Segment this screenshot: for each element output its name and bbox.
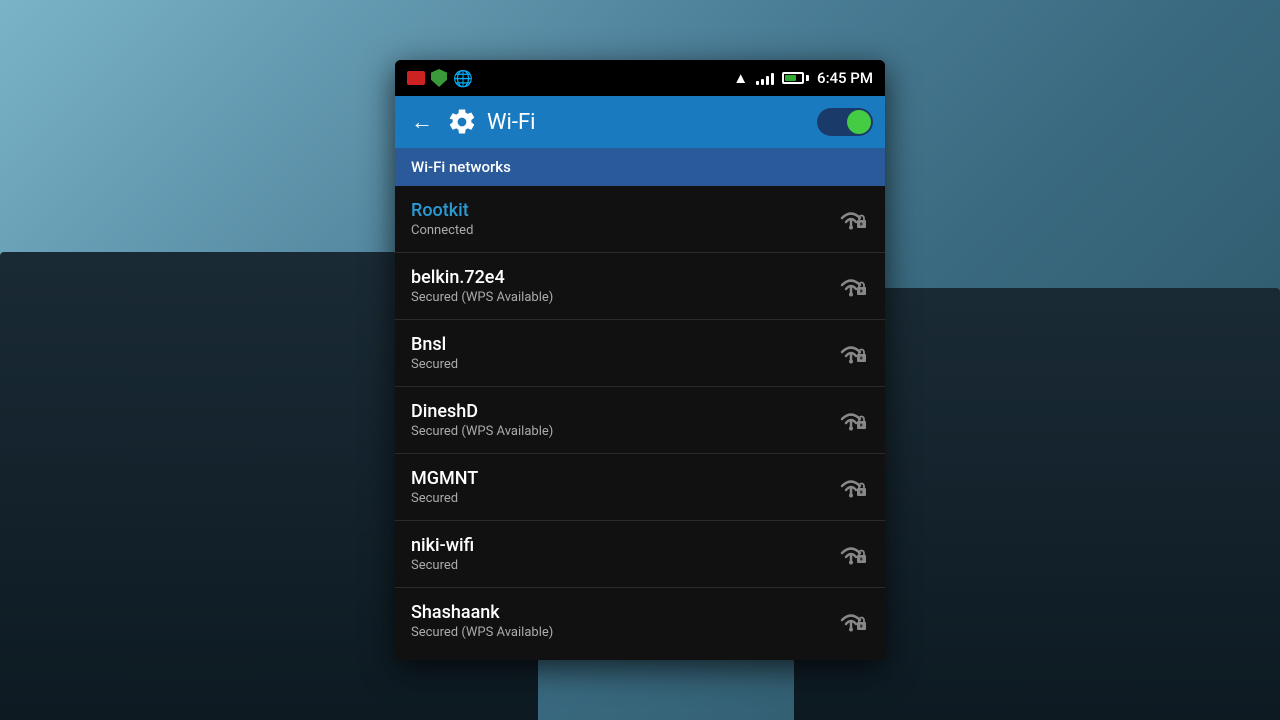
wifi-status-icon: ▲ (733, 69, 748, 87)
network-list: Rootkit Connected belkin.72e4 Secured (WPS… (395, 186, 885, 660)
network-info-belkin: belkin.72e4 Secured (WPS Available) (411, 267, 833, 305)
wifi-signal-icon (833, 405, 869, 435)
phone-screen: 🌐 ▲ 6:45 PM ← Wi-F (395, 60, 885, 660)
wifi-lock-icon-mgmnt (833, 472, 869, 502)
wifi-signal-icon (833, 204, 869, 234)
status-right-icons: ▲ 6:45 PM (733, 69, 873, 87)
network-info-mgmnt: MGMNT Secured (411, 468, 833, 506)
wifi-signal-icon (833, 271, 869, 301)
network-item-mgmnt[interactable]: MGMNT Secured (395, 454, 885, 521)
network-status-dineshd: Secured (WPS Available) (411, 424, 833, 439)
section-header: Wi-Fi networks (395, 148, 885, 186)
wifi-toggle-switch[interactable] (817, 108, 873, 136)
network-info-shashaank: Shashaank Secured (WPS Available) (411, 602, 833, 640)
network-item-belkin[interactable]: belkin.72e4 Secured (WPS Available) (395, 253, 885, 320)
settings-gear-icon (447, 107, 477, 137)
network-status-bnsl: Secured (411, 357, 833, 372)
network-status-niki-wifi: Secured (411, 558, 833, 573)
wifi-toggle-knob (847, 110, 871, 134)
notification-icon-red (407, 71, 425, 85)
network-item-shashaank[interactable]: Shashaank Secured (WPS Available) (395, 588, 885, 654)
wifi-signal-icon (833, 606, 869, 636)
battery-icon (782, 72, 809, 84)
app-bar: ← Wi-Fi (395, 96, 885, 148)
network-info-bnsl: Bnsl Secured (411, 334, 833, 372)
network-status-rootkit: Connected (411, 223, 833, 238)
network-name-rootkit: Rootkit (411, 200, 833, 221)
network-status-belkin: Secured (WPS Available) (411, 290, 833, 305)
wifi-lock-icon-belkin (833, 271, 869, 301)
status-time: 6:45 PM (817, 69, 873, 87)
status-bar: 🌐 ▲ 6:45 PM (395, 60, 885, 96)
network-name-niki-wifi: niki-wifi (411, 535, 833, 556)
network-status-mgmnt: Secured (411, 491, 833, 506)
phone-wrapper: 🌐 ▲ 6:45 PM ← Wi-F (395, 60, 885, 660)
network-name-bnsl: Bnsl (411, 334, 833, 355)
status-left-icons: 🌐 (407, 69, 473, 88)
wifi-signal-icon (833, 472, 869, 502)
network-info-rootkit: Rootkit Connected (411, 200, 833, 238)
back-button[interactable]: ← (407, 105, 437, 139)
shield-icon (431, 69, 447, 87)
network-name-mgmnt: MGMNT (411, 468, 833, 489)
wifi-lock-icon-shashaank (833, 606, 869, 636)
signal-strength-icon (756, 71, 774, 85)
network-name-shashaank: Shashaank (411, 602, 833, 623)
wifi-lock-icon-dineshd (833, 405, 869, 435)
wifi-lock-icon-niki-wifi (833, 539, 869, 569)
network-name-belkin: belkin.72e4 (411, 267, 833, 288)
section-header-title: Wi-Fi networks (411, 158, 511, 176)
network-info-niki-wifi: niki-wifi Secured (411, 535, 833, 573)
globe-icon: 🌐 (453, 69, 473, 88)
network-item-dineshd[interactable]: DineshD Secured (WPS Available) (395, 387, 885, 454)
app-bar-title: Wi-Fi (487, 110, 807, 135)
network-item-niki-wifi[interactable]: niki-wifi Secured (395, 521, 885, 588)
network-info-dineshd: DineshD Secured (WPS Available) (411, 401, 833, 439)
network-item-bnsl[interactable]: Bnsl Secured (395, 320, 885, 387)
wifi-lock-icon-bnsl (833, 338, 869, 368)
wifi-lock-icon-rootkit (833, 204, 869, 234)
network-status-shashaank: Secured (WPS Available) (411, 625, 833, 640)
network-item-rootkit[interactable]: Rootkit Connected (395, 186, 885, 253)
wifi-signal-icon (833, 539, 869, 569)
network-name-dineshd: DineshD (411, 401, 833, 422)
wifi-signal-icon (833, 338, 869, 368)
